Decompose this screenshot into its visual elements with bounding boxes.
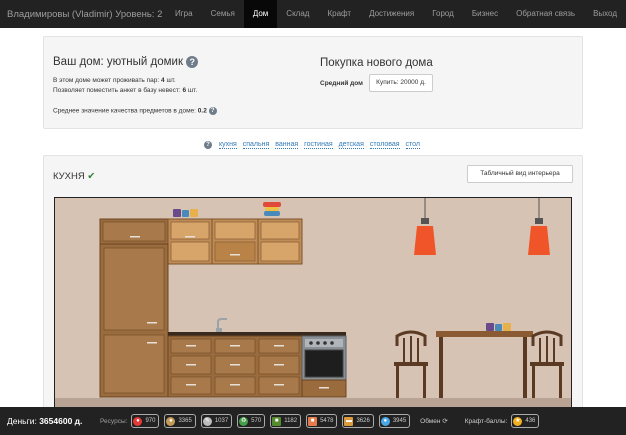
quality-help-icon[interactable]: ? (208, 107, 217, 115)
nav-warehouse[interactable]: Склад (277, 0, 318, 28)
room-tab-bathroom[interactable]: ванная (275, 141, 299, 149)
refresh-icon: ⟳ (442, 418, 448, 425)
avg-house-label: Средний дом (320, 80, 363, 87)
room-tab-table[interactable]: стол (405, 141, 420, 149)
room-tab-dining[interactable]: столовая (369, 141, 400, 149)
house-info-panel: Ваш дом: уютный домик ? В этом доме може… (43, 36, 583, 129)
rooms-help-icon[interactable]: ? (204, 141, 213, 149)
resource-bread[interactable]: ● 3365 (164, 414, 196, 428)
help-icon[interactable]: ? (186, 56, 199, 68)
top-navbar: Владимировы (Vladimir) Уровень: 2 Игра С… (0, 0, 626, 28)
money-display: Деньги: 3654600 д. (7, 416, 83, 426)
bread-icon: ● (166, 416, 176, 426)
apple-icon: ● (133, 416, 143, 426)
room-title: КУХНЯ ✔ (53, 171, 96, 182)
cups-icon (173, 209, 198, 217)
resource-drop[interactable]: ● 3945 (378, 414, 411, 428)
nav-feedback[interactable]: Обратная связь (507, 0, 584, 28)
house-title: Ваш дом: уютный домик ? (53, 56, 199, 68)
room-tabs: ? кухня спальня ванная гостиная детская … (0, 141, 626, 149)
wood-icon: ▬ (344, 416, 354, 426)
oven-icon[interactable] (301, 335, 347, 398)
nav-city[interactable]: Город (423, 0, 463, 28)
nav-game[interactable]: Игра (166, 0, 202, 28)
book-icon: ■ (272, 416, 282, 426)
pencil-icon: ✎ (202, 416, 212, 426)
nav-home[interactable]: Дом (243, 0, 278, 28)
room-tab-nursery[interactable]: детская (338, 141, 364, 149)
resource-recycle[interactable]: ♻ 570 (237, 414, 266, 428)
resource-apple[interactable]: ● 970 (131, 414, 160, 428)
room-tab-kitchen[interactable]: кухня (218, 141, 237, 149)
user-brand[interactable]: Владимировы (Vladimir) Уровень: 2 (0, 9, 166, 20)
kitchen-illustration (55, 198, 571, 411)
nav-craft[interactable]: Крафт (318, 0, 360, 28)
table-view-button[interactable]: Табличный вид интерьера (467, 165, 573, 183)
bottom-status-bar: Деньги: 3654600 д. Ресурсы: ● 970 ● 3365… (0, 407, 626, 435)
buy-house-button[interactable]: Купить: 20000 д. (369, 74, 433, 92)
drop-icon: ● (380, 416, 390, 426)
nav-achievements[interactable]: Достижения (360, 0, 423, 28)
nav-family[interactable]: Семья (202, 0, 244, 28)
kitchen-scene (54, 197, 572, 412)
exchange-button[interactable]: Обмен ⟳ (420, 417, 448, 425)
resource-pencil[interactable]: ✎ 1037 (200, 414, 233, 428)
brick-icon: ■ (308, 416, 318, 426)
nav-logout[interactable]: Выход (584, 0, 626, 28)
resource-wood[interactable]: ▬ 3626 (342, 414, 374, 428)
check-icon: ✔ (87, 171, 96, 182)
craft-points[interactable]: ★ 436 (511, 414, 540, 428)
nav-business[interactable]: Бизнес (463, 0, 507, 28)
craft-points-label: Крафт-баллы: (464, 417, 508, 425)
brides-line: Позволяет поместить анкет в базу невест:… (53, 87, 198, 94)
bowls-icon (263, 202, 281, 216)
room-tab-bedroom[interactable]: спальня (242, 141, 270, 149)
lower-cabinets[interactable] (167, 335, 303, 398)
quality-line: Среднее значение качества предметов в до… (53, 107, 217, 115)
cups-icon (486, 323, 511, 331)
resources-label: Ресурсы: (100, 417, 128, 425)
resource-book[interactable]: ■ 1182 (270, 414, 302, 428)
couples-line: В этом доме может проживать пар: 4 шт. (53, 77, 176, 84)
star-icon: ★ (513, 416, 523, 426)
recycle-icon: ♻ (239, 416, 249, 426)
tall-cabinet[interactable] (99, 243, 169, 398)
room-panel: КУХНЯ ✔ Табличный вид интерьера (43, 155, 583, 415)
resource-brick[interactable]: ■ 5478 (306, 414, 338, 428)
buy-house-title: Покупка нового дома (320, 57, 433, 69)
room-tab-living[interactable]: гостиная (304, 141, 333, 149)
